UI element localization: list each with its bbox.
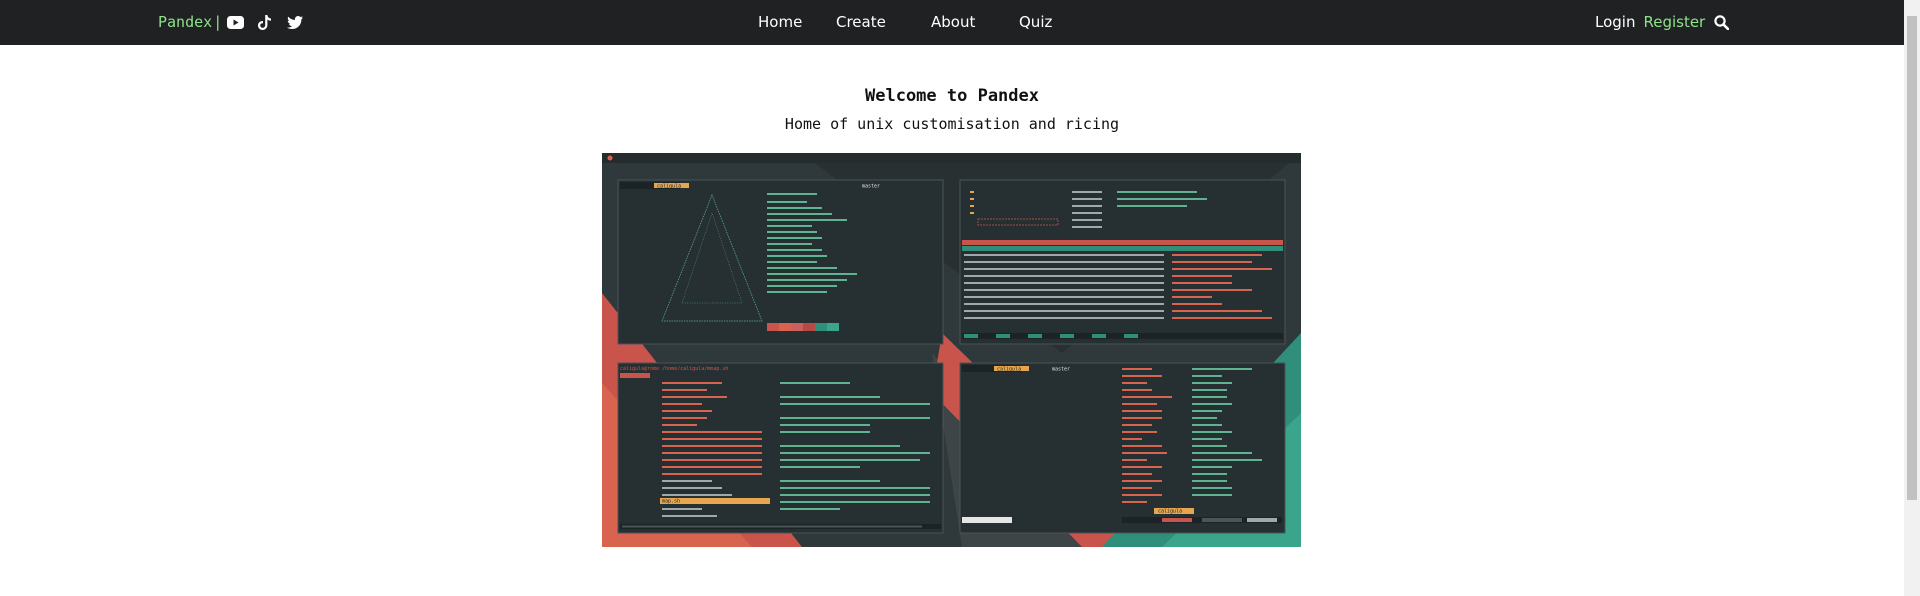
pane-terminal-ls: caligula master caligula — [959, 362, 1286, 534]
scrollbar-thumb[interactable] — [1907, 16, 1917, 500]
youtube-icon[interactable] — [227, 13, 244, 32]
svg-text:caligula: caligula — [1158, 509, 1182, 515]
pane-file-manager: caligula@rome /home/caligula/mmap.sh map… — [617, 362, 944, 534]
login-link[interactable]: Login — [1595, 13, 1635, 32]
nav-link-about[interactable]: About — [931, 13, 1019, 32]
svg-text:caligula: caligula — [997, 367, 1021, 373]
svg-text:master: master — [1052, 367, 1070, 373]
nav-link-home[interactable]: Home — [758, 13, 836, 32]
svg-text:map.sh: map.sh — [662, 499, 680, 505]
pane-htop — [959, 179, 1286, 345]
page-scrollbar[interactable] — [1904, 0, 1920, 596]
brand-separator: | — [213, 13, 223, 31]
svg-text:caligula: caligula — [657, 184, 681, 190]
tiktok-icon[interactable] — [258, 13, 272, 32]
nav-link-quiz[interactable]: Quiz — [1019, 13, 1052, 32]
svg-text:caligula@rome /home/caligula/m: caligula@rome /home/caligula/mmap.sh — [620, 366, 728, 372]
brand-name[interactable]: Pandex — [158, 13, 212, 31]
brand-logo[interactable]: Pandex| — [158, 13, 222, 32]
desktop-screenshot-image: caligula master caligula@rome /home/cali… — [602, 153, 1301, 547]
pane-neofetch: caligula master — [617, 179, 944, 345]
svg-text:master: master — [862, 184, 880, 190]
page-subtitle: Home of unix customisation and ricing — [784, 115, 1120, 133]
nav-link-create[interactable]: Create — [836, 13, 931, 32]
search-icon[interactable] — [1714, 15, 1730, 30]
page-title: Welcome to Pandex — [865, 86, 1039, 106]
register-link[interactable]: Register — [1643, 13, 1705, 32]
top-navbar: Pandex| Home Create About Quiz Login Reg… — [0, 0, 1904, 45]
main-nav: Home Create About Quiz — [758, 13, 1052, 32]
twitter-icon[interactable] — [287, 13, 303, 32]
auth-links: Login Register — [1595, 13, 1730, 32]
